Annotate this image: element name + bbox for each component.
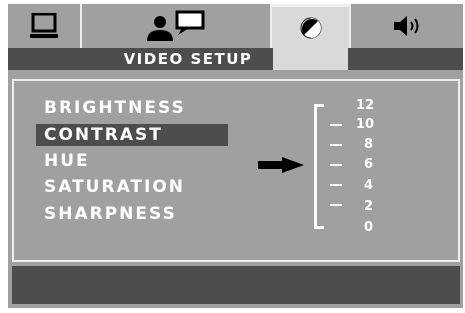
scale-tick [330,144,342,146]
scale-value: 2 [364,199,374,214]
menu-item-sharpness[interactable]: SHARPNESS [36,203,228,225]
tab-language[interactable] [82,4,270,48]
title-bar: VIDEO SETUP [8,48,463,70]
scale-value: 6 [364,157,374,172]
scale-tick [330,164,342,166]
tab-monitor[interactable] [8,4,80,48]
menu-item-brightness[interactable]: BRIGHTNESS [36,97,228,119]
scale-tick [330,124,342,126]
person-speech-icon [147,10,205,41]
menu-item-saturation[interactable]: SATURATION [36,176,228,198]
tab-video[interactable] [272,4,349,48]
status-bar [12,266,460,304]
menu-item-contrast[interactable]: CONTRAST [36,124,228,146]
page-title: VIDEO SETUP [123,50,253,68]
osd-window: VIDEO SETUP BRIGHTNESS CONTRAST HUE SATU… [8,4,463,308]
monitor-icon [30,13,58,38]
active-tab-connector [273,48,348,70]
scale-value: 8 [364,137,374,152]
scale-bracket [314,104,324,229]
scale-value: 10 [356,117,375,132]
tab-audio[interactable] [351,4,463,48]
value-arrow-icon [258,157,304,173]
contrast-icon [300,17,321,38]
scale-value: 0 [364,220,374,235]
scale-tick [330,204,342,206]
scale-tick [330,184,342,186]
scale-value: 12 [356,98,375,113]
scale-value: 4 [364,178,374,193]
panel-divider [12,260,460,262]
speaker-icon [394,16,419,36]
menu-item-hue[interactable]: HUE [36,150,228,172]
